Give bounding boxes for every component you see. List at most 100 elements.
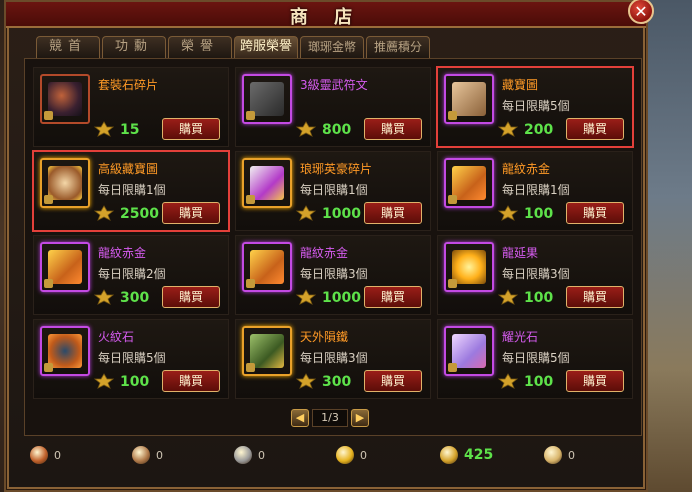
- arrow-right-icon: ▶: [355, 411, 365, 424]
- purchase-limit: 每日限購5個: [502, 99, 570, 113]
- shop-item-card: 高級藏寶圖 每日限購1個 2500 購買: [32, 150, 230, 232]
- item-icon-frame[interactable]: [444, 242, 494, 292]
- hero-fragment-icon: [250, 166, 284, 200]
- buy-button[interactable]: 購買: [162, 118, 220, 140]
- buy-button[interactable]: 購買: [566, 370, 624, 392]
- gear-icon: [234, 446, 252, 464]
- cross-server-honor-icon: [498, 373, 518, 389]
- cross-server-honor-icon: [94, 289, 114, 305]
- lock-icon: [448, 195, 457, 204]
- tab-bar: 競首 功勳 榮譽 跨服榮譽 瑯琊金幣 推薦積分: [36, 36, 430, 58]
- tab-langya-gold[interactable]: 瑯琊金幣: [300, 36, 364, 58]
- cross-server-honor-icon: [498, 289, 518, 305]
- shop-window: 商 店 ✕ 競首 功勳 榮譽 跨服榮譽 瑯琊金幣 推薦積分 套裝石碎片 15 購買 3…: [4, 0, 654, 492]
- item-panel: 套裝石碎片 15 購買 3級靈武符文 800 購買 藏寶圖 每日限購5個 200 購買 高級藏寶圖每…: [24, 58, 642, 436]
- purchase-limit: 每日限購3個: [300, 351, 368, 365]
- item-icon-frame[interactable]: [40, 242, 90, 292]
- item-grid: 套裝石碎片 15 購買 3級靈武符文 800 購買 藏寶圖 每日限購5個 200 購買 高級藏寶圖每…: [32, 66, 634, 401]
- lock-icon: [44, 111, 53, 120]
- currency-value: 0: [568, 448, 575, 462]
- gold-ingot-icon: [452, 166, 486, 200]
- shop-item-card: 天外隕鐵 每日限購3個 300 購買: [235, 319, 431, 399]
- shop-item-card: 龍紋赤金每日限購2個 300 購買: [33, 235, 229, 315]
- gold-coin-icon: [336, 446, 354, 464]
- item-price: 15: [120, 122, 140, 138]
- buy-button[interactable]: 購買: [566, 202, 624, 224]
- pagination: ◀ 1/3 ▶: [291, 409, 369, 427]
- item-icon-frame[interactable]: [444, 326, 494, 376]
- meteor-iron-icon: [250, 334, 284, 368]
- item-icon-frame[interactable]: [242, 326, 292, 376]
- purchase-limit: 每日限購5個: [502, 351, 570, 365]
- lock-icon: [448, 279, 457, 288]
- item-price: 200: [524, 122, 554, 138]
- gold-ingot-icon: [250, 250, 284, 284]
- lock-icon: [44, 363, 53, 372]
- purchase-limit: 每日限購1個: [502, 183, 570, 197]
- item-name: 套裝石碎片: [98, 78, 159, 92]
- buy-button[interactable]: 購買: [566, 118, 624, 140]
- cross-server-honor-icon: [498, 205, 518, 221]
- glow-stone-icon: [452, 334, 486, 368]
- item-icon-frame[interactable]: [242, 74, 292, 124]
- purchase-limit: 每日限購3個: [502, 267, 570, 281]
- item-price: 300: [120, 290, 150, 306]
- item-price: 1000: [322, 206, 361, 222]
- window-title: 商 店: [289, 7, 363, 28]
- ore-shard-icon: [48, 82, 82, 116]
- buy-button[interactable]: 購買: [566, 286, 624, 308]
- item-name: 龍紋赤金: [502, 162, 551, 176]
- cross-server-honor-icon: [296, 205, 316, 221]
- shop-item-card: 龍紋赤金每日限購1個 100 購買: [437, 151, 633, 231]
- buy-button[interactable]: 購買: [364, 118, 422, 140]
- item-name: 高級藏寶圖: [98, 162, 159, 176]
- title-bar: 商 店: [6, 2, 646, 28]
- item-icon-frame[interactable]: [242, 158, 292, 208]
- item-icon-frame[interactable]: [40, 74, 90, 124]
- tab-arena[interactable]: 競首: [36, 36, 100, 58]
- item-icon-frame[interactable]: [40, 158, 90, 208]
- dragon-fruit-icon: [452, 250, 486, 284]
- shop-item-card: 龍延果 每日限購3個 100 購買: [437, 235, 633, 315]
- buy-button[interactable]: 購買: [364, 370, 422, 392]
- prev-page-button[interactable]: ◀: [291, 409, 309, 427]
- buy-button[interactable]: 購買: [364, 202, 422, 224]
- item-name: 龍紋赤金: [98, 246, 147, 260]
- lock-icon: [246, 363, 255, 372]
- lock-icon: [246, 279, 255, 288]
- shop-item-card: 3級靈武符文 800 購買: [235, 67, 431, 147]
- item-price: 800: [322, 122, 352, 138]
- item-name: 火紋石: [98, 330, 135, 344]
- item-icon-frame[interactable]: [40, 326, 90, 376]
- item-name: 龍紋赤金: [300, 246, 349, 260]
- item-icon-frame[interactable]: [444, 74, 494, 124]
- shop-item-card: 耀光石 每日限購5個 100 購買: [437, 319, 633, 399]
- tab-cross-server-honor[interactable]: 跨服榮譽: [234, 36, 298, 58]
- shop-item-card: 龍紋赤金 每日限購3個 1000 購買: [235, 235, 431, 315]
- item-icon-frame[interactable]: [242, 242, 292, 292]
- lock-icon: [44, 195, 53, 204]
- purchase-limit: 每日限購2個: [98, 267, 166, 281]
- currency-entry: 425: [440, 446, 493, 464]
- item-price: 100: [524, 206, 554, 222]
- tab-honor[interactable]: 榮譽: [168, 36, 232, 58]
- buy-button[interactable]: 購買: [162, 202, 220, 224]
- buy-button[interactable]: 購買: [162, 370, 220, 392]
- item-name: 天外隕鐵: [300, 330, 349, 344]
- buy-button[interactable]: 購買: [364, 286, 422, 308]
- currency-entry: 0: [544, 446, 575, 464]
- tab-referral-points[interactable]: 推薦積分: [366, 36, 430, 58]
- shop-item-card: 火紋石 每日限購5個 100 購買: [33, 319, 229, 399]
- medal-icon: [30, 446, 48, 464]
- next-page-button[interactable]: ▶: [351, 409, 369, 427]
- lock-icon: [246, 111, 255, 120]
- buy-button[interactable]: 購買: [162, 286, 220, 308]
- tab-merit[interactable]: 功勳: [102, 36, 166, 58]
- currency-value: 0: [360, 448, 367, 462]
- lock-icon: [44, 279, 53, 288]
- cross-server-honor-icon: [94, 121, 114, 137]
- currency-value: 0: [156, 448, 163, 462]
- lock-icon: [448, 363, 457, 372]
- item-icon-frame[interactable]: [444, 158, 494, 208]
- item-price: 100: [524, 374, 554, 390]
